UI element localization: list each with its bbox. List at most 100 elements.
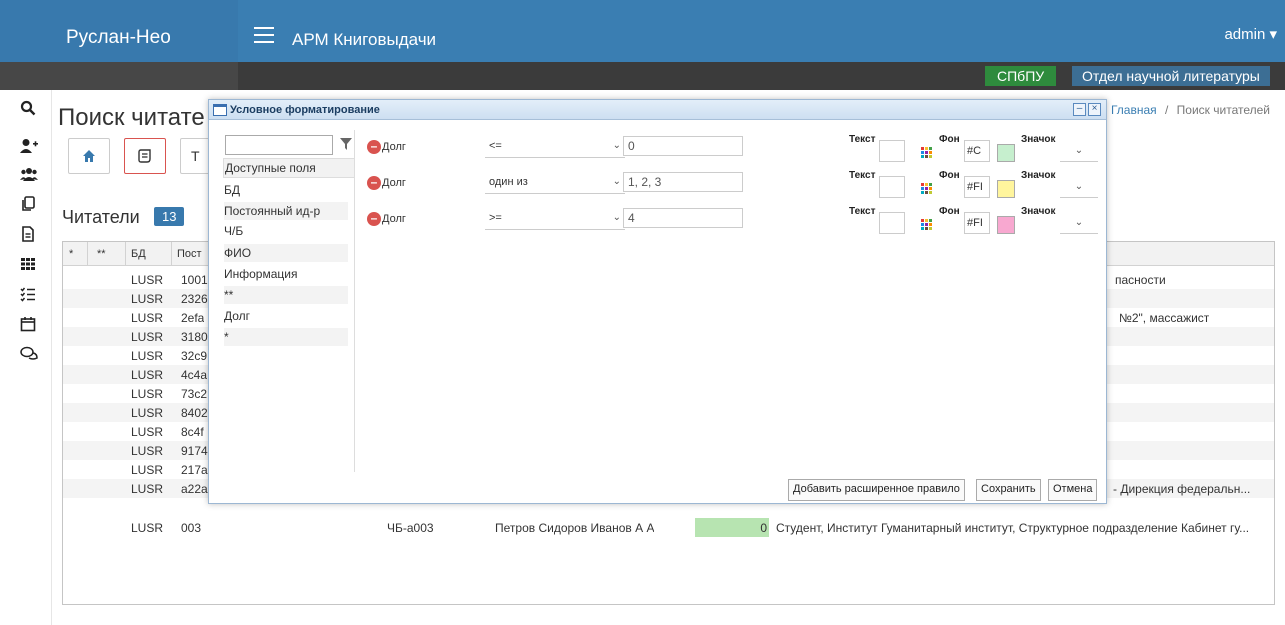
rule-operator-value: <= [489, 140, 502, 152]
palette-icon[interactable] [921, 219, 932, 230]
cell-info: №2", массажист [1119, 311, 1210, 325]
cell-info: пасности [1115, 273, 1166, 287]
rule-value-input[interactable]: 4 [623, 208, 743, 228]
bg-color-swatch[interactable] [997, 216, 1015, 234]
bg-color-swatch[interactable] [997, 180, 1015, 198]
rule-value-input[interactable]: 1, 2, 3 [623, 172, 743, 192]
tool-button-t[interactable]: Т [180, 138, 210, 174]
icon-label: Значок [1021, 170, 1056, 181]
cell-id: 73c2 [181, 387, 208, 401]
breadcrumb-current: Поиск читателей [1176, 103, 1270, 117]
chevron-down-icon: ⌄ [612, 140, 621, 151]
sidebar [0, 90, 52, 625]
field-item[interactable]: Постоянный ид-р [224, 202, 348, 220]
cell-db: LUSR [131, 368, 164, 382]
home-button[interactable] [68, 138, 110, 174]
column-header[interactable]: * [69, 248, 73, 260]
rule-operator-select[interactable]: один из ⌄ [485, 176, 625, 194]
page-title: Поиск читате [58, 104, 205, 131]
save-button[interactable]: Сохранить [976, 479, 1041, 501]
field-item[interactable]: ФИО [224, 244, 348, 262]
text-color-label: Текст [849, 170, 876, 181]
fields-header: Доступные поля [223, 158, 355, 178]
cell-id: 2326 [181, 292, 208, 306]
text-color-input[interactable] [879, 176, 905, 198]
rule-operator-value: один из [489, 176, 528, 188]
cell-info: - Дирекция федеральн... [1113, 482, 1251, 496]
bg-color-input[interactable]: #C [964, 140, 990, 162]
bg-color-label: Фон [939, 134, 960, 145]
close-icon[interactable]: × [1088, 103, 1101, 116]
add-extended-rule-button[interactable]: Добавить расширенное правило [788, 479, 965, 501]
breadcrumb-home[interactable]: Главная [1111, 103, 1157, 117]
field-item[interactable]: Ч/Б [224, 222, 348, 240]
dialog-header: Условное форматирование – × [209, 100, 1106, 120]
cell-db: LUSR [131, 463, 164, 477]
icon-select[interactable]: ⌄ [1060, 212, 1098, 234]
field-item[interactable]: * [224, 328, 348, 346]
field-item[interactable]: Информация [224, 265, 348, 283]
calendar-icon[interactable] [20, 316, 36, 332]
field-item[interactable]: ** [224, 286, 348, 304]
cell-db: LUSR [131, 349, 164, 363]
cell-id: 003 [181, 521, 202, 535]
rule-value-input[interactable]: 0 [623, 136, 743, 156]
minimize-icon[interactable]: – [1073, 103, 1086, 116]
text-color-label: Текст [849, 206, 876, 217]
document-icon[interactable] [20, 226, 36, 242]
icon-label: Значок [1021, 134, 1056, 145]
bg-color-input[interactable]: #FI [964, 212, 990, 234]
fields-search-input[interactable] [225, 135, 333, 155]
bg-color-input[interactable]: #FI [964, 176, 990, 198]
copy-icon[interactable] [20, 196, 36, 212]
remove-rule-icon[interactable]: – [367, 212, 381, 226]
department-badge[interactable]: Отдел научной литературы [1072, 66, 1270, 86]
cell-id: 8402 [181, 406, 208, 420]
scroll-button[interactable] [124, 138, 166, 174]
cell-db: LUSR [131, 292, 164, 306]
column-header[interactable]: БД [131, 248, 146, 260]
bg-color-swatch[interactable] [997, 144, 1015, 162]
column-header[interactable]: ** [97, 248, 106, 260]
cell-db: LUSR [131, 406, 164, 420]
cell-debt: 0 [760, 521, 767, 535]
menu-toggle-icon[interactable] [254, 27, 274, 43]
fields-panel: Доступные поля БД Постоянный ид-р Ч/Б ФИ… [221, 130, 355, 472]
remove-rule-icon[interactable]: – [367, 140, 381, 154]
cell-db: LUSR [131, 425, 164, 439]
dialog-title: Условное форматирование [230, 104, 380, 116]
chat-icon[interactable] [20, 346, 38, 362]
users-icon[interactable] [20, 166, 38, 182]
search-icon[interactable] [20, 100, 36, 116]
icon-select[interactable]: ⌄ [1060, 176, 1098, 198]
chevron-down-icon: ⌄ [612, 176, 621, 187]
field-item[interactable]: БД [224, 181, 348, 199]
palette-icon[interactable] [921, 183, 932, 194]
add-user-icon[interactable] [20, 138, 38, 154]
org-badge[interactable]: СПбПУ [985, 66, 1057, 86]
cell-db: LUSR [131, 444, 164, 458]
app-brand[interactable]: Руслан-Нео [66, 27, 171, 49]
bg-color-label: Фон [939, 206, 960, 217]
cancel-button[interactable]: Отмена [1048, 479, 1098, 501]
palette-icon[interactable] [921, 147, 932, 158]
chevron-down-icon: ⌄ [612, 212, 621, 223]
cell-db: LUSR [131, 387, 164, 401]
icon-select[interactable]: ⌄ [1060, 140, 1098, 162]
remove-rule-icon[interactable]: – [367, 176, 381, 190]
rule-operator-select[interactable]: >= ⌄ [485, 212, 625, 230]
text-color-input[interactable] [879, 212, 905, 234]
checklist-icon[interactable] [20, 286, 36, 302]
column-header[interactable]: Пост [177, 248, 202, 260]
text-color-input[interactable] [879, 140, 905, 162]
field-item[interactable]: Долг [224, 307, 348, 325]
user-menu[interactable]: admin ▾ [1224, 25, 1277, 43]
grid-icon[interactable] [20, 256, 36, 272]
rule-operator-select[interactable]: <= ⌄ [485, 140, 625, 158]
cell-id: 2efa [181, 311, 205, 325]
table-row[interactable]: LUSR 003 ЧБ-а003 Петров Сидоров Иванов А… [63, 518, 1274, 537]
filter-icon[interactable] [339, 137, 353, 151]
user-name: admin [1224, 26, 1266, 43]
cell-id: 3180 [181, 330, 208, 344]
rule-field: Долг [382, 177, 406, 189]
